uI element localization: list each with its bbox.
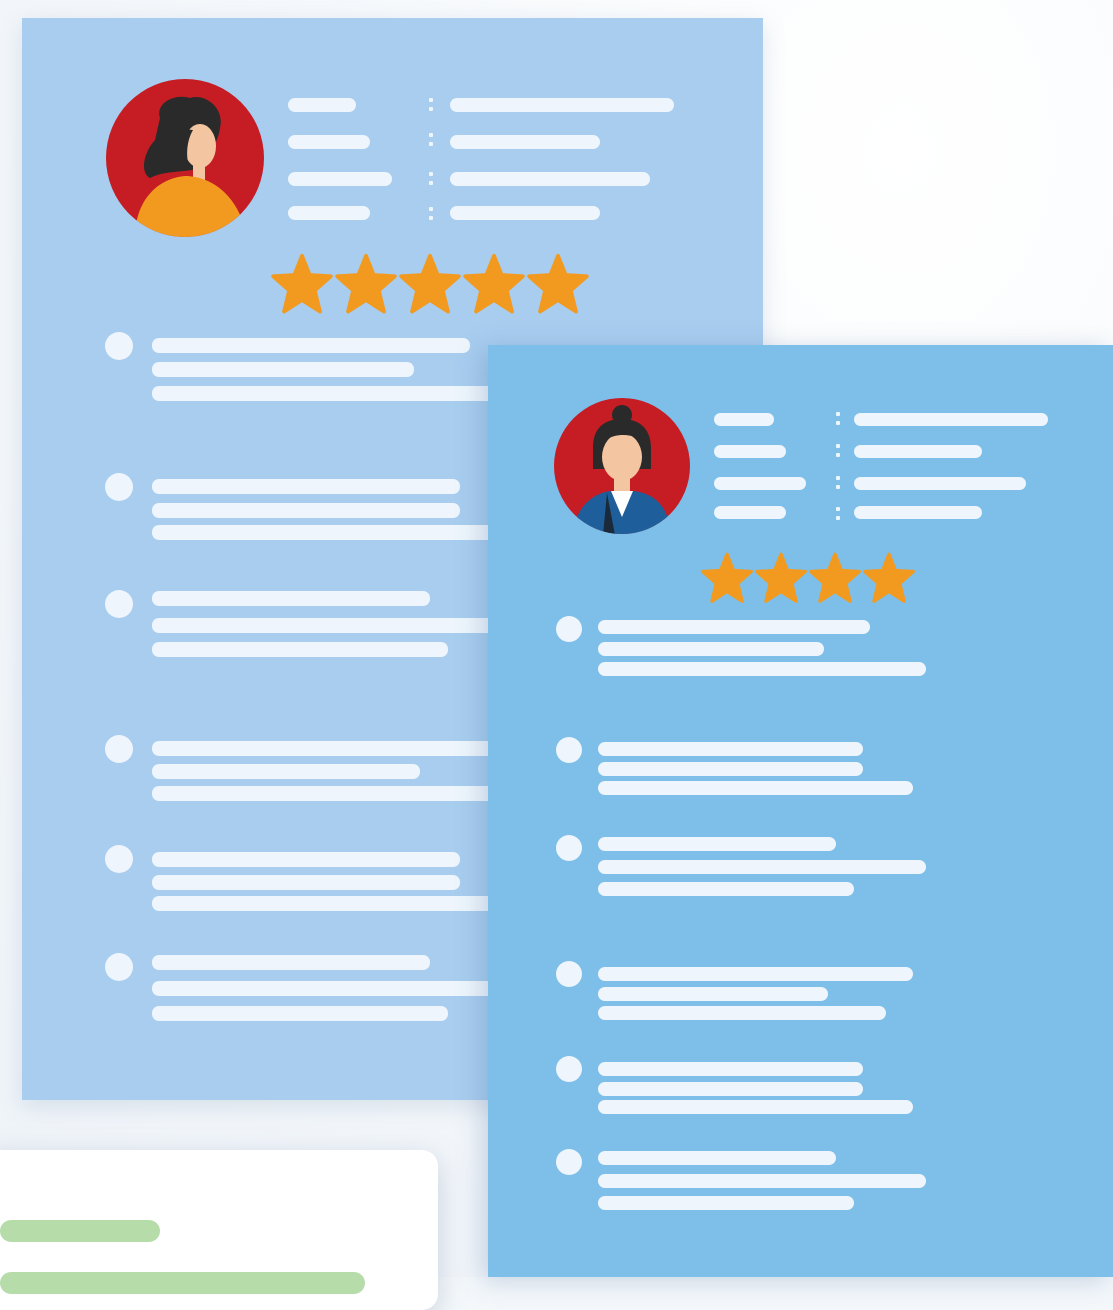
placeholder-text-line [152,852,460,867]
bullet-dot [556,1056,582,1082]
colon-separator [836,412,840,416]
colon-separator [429,207,433,211]
bullet-dot [556,616,582,642]
placeholder-text-line [152,479,460,494]
placeholder-text-line [288,135,370,149]
placeholder-text-line [450,206,600,220]
star-icon [809,552,861,603]
placeholder-text-line [152,764,420,779]
woman-avatar-icon [106,79,264,237]
placeholder-text-line [152,338,470,353]
colon-separator [836,485,840,489]
star-rating [700,551,916,605]
colon-separator [429,216,433,220]
placeholder-text-line [450,135,600,149]
colon-separator [836,507,840,511]
placeholder-text-line [152,741,497,756]
bullet-dot [556,835,582,861]
colon-separator [429,98,433,102]
star-icon [399,253,461,314]
bullet-dot [556,961,582,987]
placeholder-text-line [598,781,913,795]
placeholder-text-line [152,618,497,633]
placeholder-text-line [152,362,414,377]
placeholder-text-line [152,591,430,606]
placeholder-text-line [288,206,370,220]
star-icon [863,552,915,603]
placeholder-text-line [854,413,1048,426]
placeholder-text-line [598,860,926,874]
placeholder-text-line [598,882,854,896]
colon-separator [836,453,840,457]
woman-bun-avatar-icon [554,398,690,534]
placeholder-text-line [152,981,497,996]
placeholder-text-line [598,620,870,634]
placeholder-text-line [152,386,497,401]
colon-separator [429,107,433,111]
placeholder-text-line [598,967,913,981]
placeholder-text-line [152,503,460,518]
bullet-dot [556,737,582,763]
star-icon [701,552,753,603]
placeholder-text-line [152,875,460,890]
placeholder-text-line [714,445,786,458]
placeholder-text-line [598,1174,926,1188]
star-icon [527,253,589,314]
card-text-line [0,1272,365,1294]
colon-separator [836,516,840,520]
bullet-dot [556,1149,582,1175]
placeholder-text-line [598,742,863,756]
placeholder-text-line [288,172,392,186]
colon-separator [429,142,433,146]
colon-separator [429,181,433,185]
star-icon [463,253,525,314]
star-rating [270,252,590,316]
profile-sheet-front [488,345,1113,1277]
placeholder-text-line [854,477,1026,490]
placeholder-text-line [854,506,982,519]
placeholder-text-line [598,642,824,656]
placeholder-text-line [714,477,806,490]
card-text-line [0,1220,160,1242]
placeholder-text-line [598,1062,863,1076]
placeholder-text-line [152,786,497,801]
bullet-dot [105,953,133,981]
placeholder-text-line [598,762,863,776]
placeholder-text-line [598,1151,836,1165]
colon-separator [836,421,840,425]
colon-separator [429,172,433,176]
placeholder-text-line [288,98,356,112]
placeholder-text-line [598,987,828,1001]
colon-separator [429,133,433,137]
bullet-dot [105,332,133,360]
placeholder-text-line [450,172,650,186]
placeholder-text-line [450,98,674,112]
placeholder-text-line [598,662,926,676]
placeholder-text-line [598,1100,913,1114]
star-icon [755,552,807,603]
placeholder-text-line [598,1006,886,1020]
placeholder-text-line [714,506,786,519]
bullet-dot [105,845,133,873]
placeholder-text-line [152,896,497,911]
placeholder-text-line [152,1006,448,1021]
placeholder-text-line [854,445,982,458]
colon-separator [836,444,840,448]
bullet-dot [105,735,133,763]
bullet-dot [105,590,133,618]
placeholder-text-line [714,413,774,426]
placeholder-text-line [598,1196,854,1210]
star-icon [335,253,397,314]
bullet-dot [105,473,133,501]
colon-separator [836,476,840,480]
placeholder-text-line [598,837,836,851]
placeholder-text-line [152,955,430,970]
placeholder-text-line [152,642,448,657]
star-icon [271,253,333,314]
placeholder-text-line [598,1082,863,1096]
placeholder-text-line [152,525,497,540]
